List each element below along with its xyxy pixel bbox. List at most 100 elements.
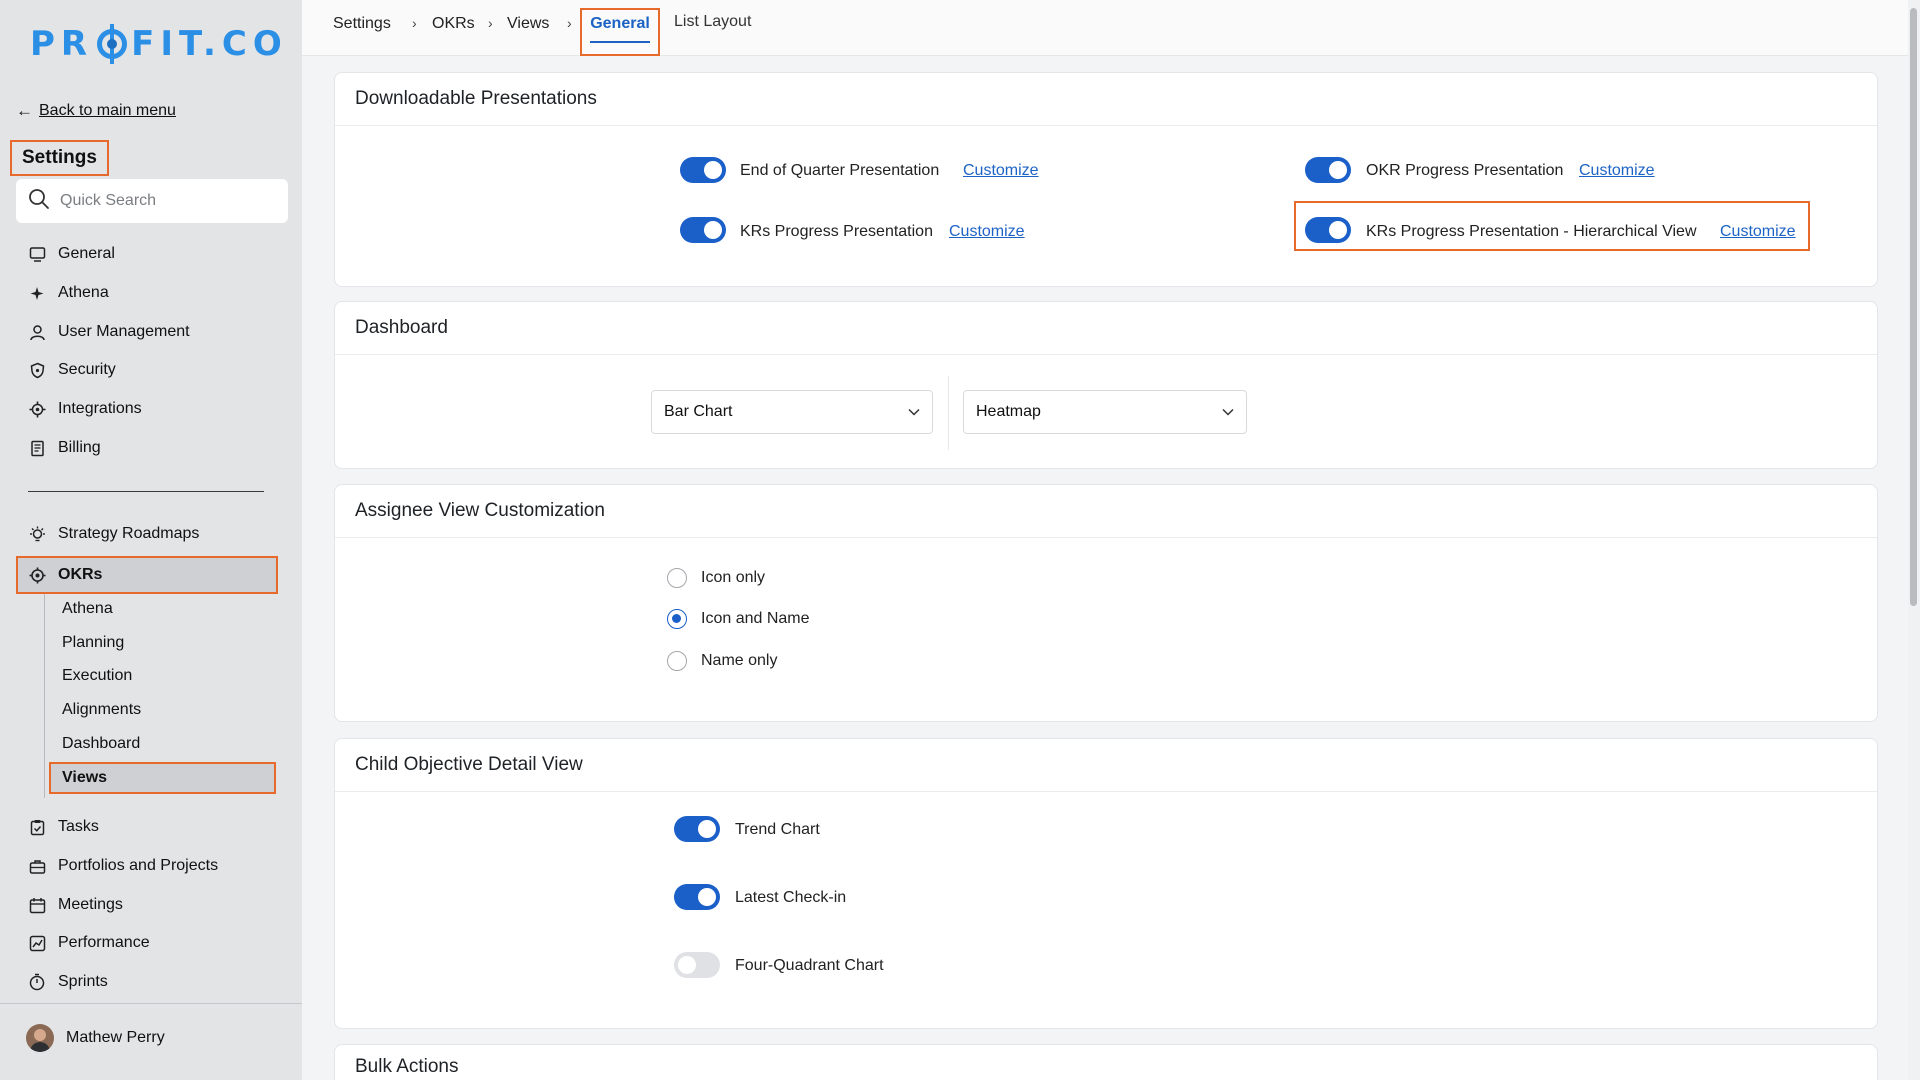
customize-krs-progress-link[interactable]: Customize [949, 223, 1025, 241]
card-title: Downloadable Presentations [335, 73, 1877, 126]
sidebar-item-billing[interactable]: Billing [28, 433, 101, 463]
avatar [26, 1024, 54, 1052]
okr-subitem-views[interactable]: Views [62, 765, 107, 791]
sidebar-item-performance[interactable]: Performance [28, 928, 150, 958]
back-link-label: Back to main menu [39, 102, 176, 119]
toggle-okr-progress[interactable] [1305, 157, 1351, 183]
sidebar-item-label: Athena [58, 284, 109, 301]
breadcrumb-views[interactable]: Views [507, 15, 549, 33]
label-icon-and-name: Icon and Name [701, 610, 810, 627]
monitor-icon [28, 245, 46, 263]
customize-end-of-quarter-link[interactable]: Customize [963, 162, 1039, 180]
toggle-four-quadrant-chart[interactable] [674, 952, 720, 978]
sidebar-item-athena[interactable]: Athena [28, 278, 109, 308]
dashboard-card: Dashboard [334, 301, 1878, 469]
sidebar-item-user-management[interactable]: User Management [28, 317, 190, 347]
child-objective-card: Child Objective Detail View [334, 738, 1878, 1029]
dashboard-view-select[interactable]: Heatmap [963, 390, 1247, 434]
chart-icon [28, 934, 46, 952]
okr-subitem-alignments[interactable]: Alignments [62, 697, 141, 723]
okr-subitem-planning[interactable]: Planning [62, 630, 124, 656]
calendar-icon [28, 896, 46, 914]
customize-krs-hierarchical-link[interactable]: Customize [1720, 223, 1796, 241]
sparkle-icon [28, 284, 46, 302]
okr-subitem-athena[interactable]: Athena [62, 596, 113, 622]
tab-general[interactable]: General [580, 8, 660, 56]
breadcrumb-settings[interactable]: Settings [333, 15, 391, 33]
quick-search-input[interactable] [60, 192, 276, 210]
assignee-view-card: Assignee View Customization [334, 484, 1878, 722]
sidebar-item-tasks[interactable]: Tasks [28, 812, 99, 842]
gear-icon [28, 400, 46, 418]
select-value: Bar Chart [664, 403, 733, 420]
label-latest-check-in: Latest Check-in [735, 889, 847, 906]
user-profile[interactable]: Mathew Perry [26, 1024, 165, 1052]
okr-subitem-dashboard[interactable]: Dashboard [62, 731, 140, 757]
sidebar-item-strategy-roadmaps[interactable]: Strategy Roadmaps [28, 519, 199, 549]
sidebar-item-meetings[interactable]: Meetings [28, 890, 123, 920]
toggle-trend-chart[interactable] [674, 816, 720, 842]
card-title: Dashboard [335, 302, 1877, 355]
label-krs-progress-hierarchical: KRs Progress Presentation - Hierarchical… [1366, 223, 1697, 240]
user-icon [28, 323, 46, 341]
profitco-logo[interactable]: PR FIT.CO [30, 24, 288, 64]
sidebar-item-label: Meetings [58, 896, 123, 913]
clipboard-check-icon [28, 818, 46, 836]
sidebar-item-label: Security [58, 361, 116, 378]
sidebar-item-label: Portfolios and Projects [58, 857, 219, 874]
customize-okr-progress-link[interactable]: Customize [1579, 162, 1655, 180]
target-icon [28, 566, 46, 584]
label-end-of-quarter: End of Quarter Presentation [740, 162, 940, 179]
sidebar-item-label: Integrations [58, 400, 142, 417]
chevron-down-icon [908, 403, 920, 421]
sidebar-item-label: Performance [58, 934, 150, 951]
user-name: Mathew Perry [66, 1029, 165, 1046]
card-title: Child Objective Detail View [335, 739, 1877, 792]
toggle-krs-progress[interactable] [680, 217, 726, 243]
main-content: Settings › OKRs › Views › General List L… [302, 0, 1908, 1080]
sidebar-divider [28, 491, 264, 492]
radio-name-only[interactable] [667, 651, 687, 671]
sidebar-item-label: Strategy Roadmaps [58, 525, 200, 542]
sidebar-item-general[interactable]: General [28, 239, 115, 269]
label-four-quadrant-chart: Four-Quadrant Chart [735, 957, 884, 974]
sidebar-item-label: Billing [58, 439, 101, 456]
toggle-krs-progress-hierarchical[interactable] [1305, 217, 1351, 243]
settings-title: Settings [10, 140, 109, 176]
sidebar-item-sprints[interactable]: Sprints [28, 967, 108, 997]
shield-icon [28, 361, 46, 379]
breadcrumb-separator: › [567, 15, 572, 31]
label-icon-only: Icon only [701, 569, 766, 586]
sidebar-item-label: Sprints [58, 973, 108, 990]
sidebar-item-label: User Management [58, 323, 190, 340]
arrow-left-icon: ← [16, 101, 33, 120]
scrollbar-thumb[interactable] [1910, 8, 1917, 606]
user-divider [0, 1003, 302, 1004]
breadcrumb-okrs[interactable]: OKRs [432, 15, 475, 33]
logo-target-icon [97, 24, 128, 64]
okr-subitem-execution[interactable]: Execution [62, 663, 132, 689]
radio-icon-and-name[interactable] [667, 609, 687, 629]
search-icon [28, 188, 50, 215]
sidebar-item-portfolios-and-projects[interactable]: Portfolios and Projects [28, 851, 218, 881]
briefcase-icon [28, 857, 46, 875]
radio-icon-only[interactable] [667, 568, 687, 588]
sidebar-item-integrations[interactable]: Integrations [28, 394, 142, 424]
label-name-only: Name only [701, 652, 778, 669]
quick-search-box[interactable] [16, 179, 288, 223]
back-to-main-menu-link[interactable]: ← Back to main menu [16, 101, 176, 121]
receipt-icon [28, 439, 46, 457]
tab-list-layout[interactable]: List Layout [674, 13, 751, 31]
breadcrumb: Settings › OKRs › Views › General List L… [302, 0, 1908, 56]
label-okr-progress: OKR Progress Presentation [1366, 162, 1564, 179]
dashboard-chart-select[interactable]: Bar Chart [651, 390, 933, 434]
toggle-latest-check-in[interactable] [674, 884, 720, 910]
toggle-end-of-quarter[interactable] [680, 157, 726, 183]
breadcrumb-separator: › [488, 15, 493, 31]
sidebar-item-okrs[interactable]: OKRs [28, 560, 102, 590]
chevron-down-icon [1222, 403, 1234, 421]
card-title: Bulk Actions [335, 1045, 1877, 1080]
card-title: Assignee View Customization [335, 485, 1877, 538]
stopwatch-icon [28, 973, 46, 991]
sidebar-item-security[interactable]: Security [28, 355, 116, 385]
